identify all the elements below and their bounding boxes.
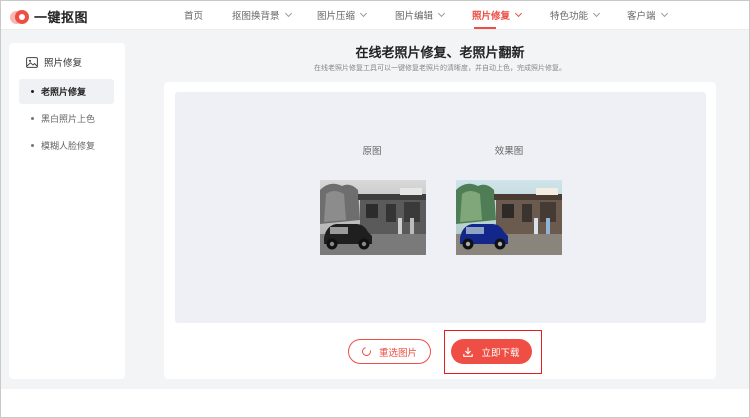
nav-item-cutout[interactable]: 抠图换背景	[232, 8, 292, 22]
reselect-label: 重选图片	[378, 347, 417, 359]
nav-label: 客户端	[627, 11, 656, 22]
nav-item-features[interactable]: 特色功能	[550, 8, 601, 22]
top-header: 一键抠图 首页 抠图换背景 图片压缩 图片编辑 照片修复 特色功能 客户端	[0, 0, 750, 30]
sidebar-item-label: 老照片修复	[41, 88, 87, 98]
chevron-down-icon	[660, 9, 668, 17]
sidebar-item-old-photo-repair[interactable]: 老照片修复	[19, 79, 114, 104]
nav-label: 图片编辑	[395, 11, 434, 22]
page-subtitle: 在线老照片修复工具可以一键修复老照片的清晰度，并自动上色，完成照片修复。	[314, 64, 566, 72]
chevron-down-icon	[592, 9, 601, 17]
page-title: 在线老照片修复、老照片翻新	[355, 46, 525, 61]
sidebar-item-colorize[interactable]: 黑白照片上色	[19, 106, 114, 131]
nav-label: 抠图换背景	[232, 11, 280, 22]
chevron-down-icon	[514, 9, 523, 17]
sidebar-title: 照片修复	[44, 58, 83, 69]
bullet-icon	[31, 117, 34, 120]
nav-item-home[interactable]: 首页	[184, 8, 203, 22]
chevron-down-icon	[437, 9, 446, 17]
original-photo	[320, 180, 426, 255]
nav-item-client[interactable]: 客户端	[627, 8, 668, 22]
nav-active-underline	[474, 27, 496, 29]
sidebar-item-label: 黑白照片上色	[41, 115, 96, 125]
result-photo	[456, 180, 562, 255]
nav-label: 首页	[184, 11, 204, 22]
image-icon	[26, 56, 38, 68]
chevron-down-icon	[359, 9, 368, 17]
highlight-box	[444, 330, 542, 374]
nav-label: 特色功能	[550, 11, 589, 22]
logo-icon	[10, 9, 29, 24]
nav-item-photo-repair[interactable]: 照片修复	[472, 8, 523, 22]
footer-strip	[0, 389, 750, 418]
sidebar: 照片修复 老照片修复 黑白照片上色 模糊人脸修复	[9, 43, 125, 379]
sidebar-item-face-repair[interactable]: 模糊人脸修复	[19, 133, 114, 158]
refresh-icon	[360, 345, 373, 358]
nav-label: 照片修复	[472, 11, 511, 22]
chevron-down-icon	[284, 9, 292, 17]
reselect-image-button[interactable]: 重选图片	[348, 339, 431, 364]
bullet-icon	[31, 90, 34, 93]
preview-panel	[175, 92, 706, 323]
sidebar-item-label: 模糊人脸修复	[41, 142, 96, 152]
brand-name: 一键抠图	[34, 11, 89, 26]
original-label: 原图	[362, 146, 382, 157]
result-label: 效果图	[494, 146, 524, 157]
brand-logo[interactable]: 一键抠图	[10, 7, 88, 26]
nav-item-edit[interactable]: 图片编辑	[395, 8, 446, 22]
sidebar-header: 照片修复	[26, 55, 82, 69]
nav-item-compress[interactable]: 图片压缩	[317, 8, 368, 22]
nav-label: 图片压缩	[317, 11, 356, 22]
bullet-icon	[31, 144, 34, 147]
